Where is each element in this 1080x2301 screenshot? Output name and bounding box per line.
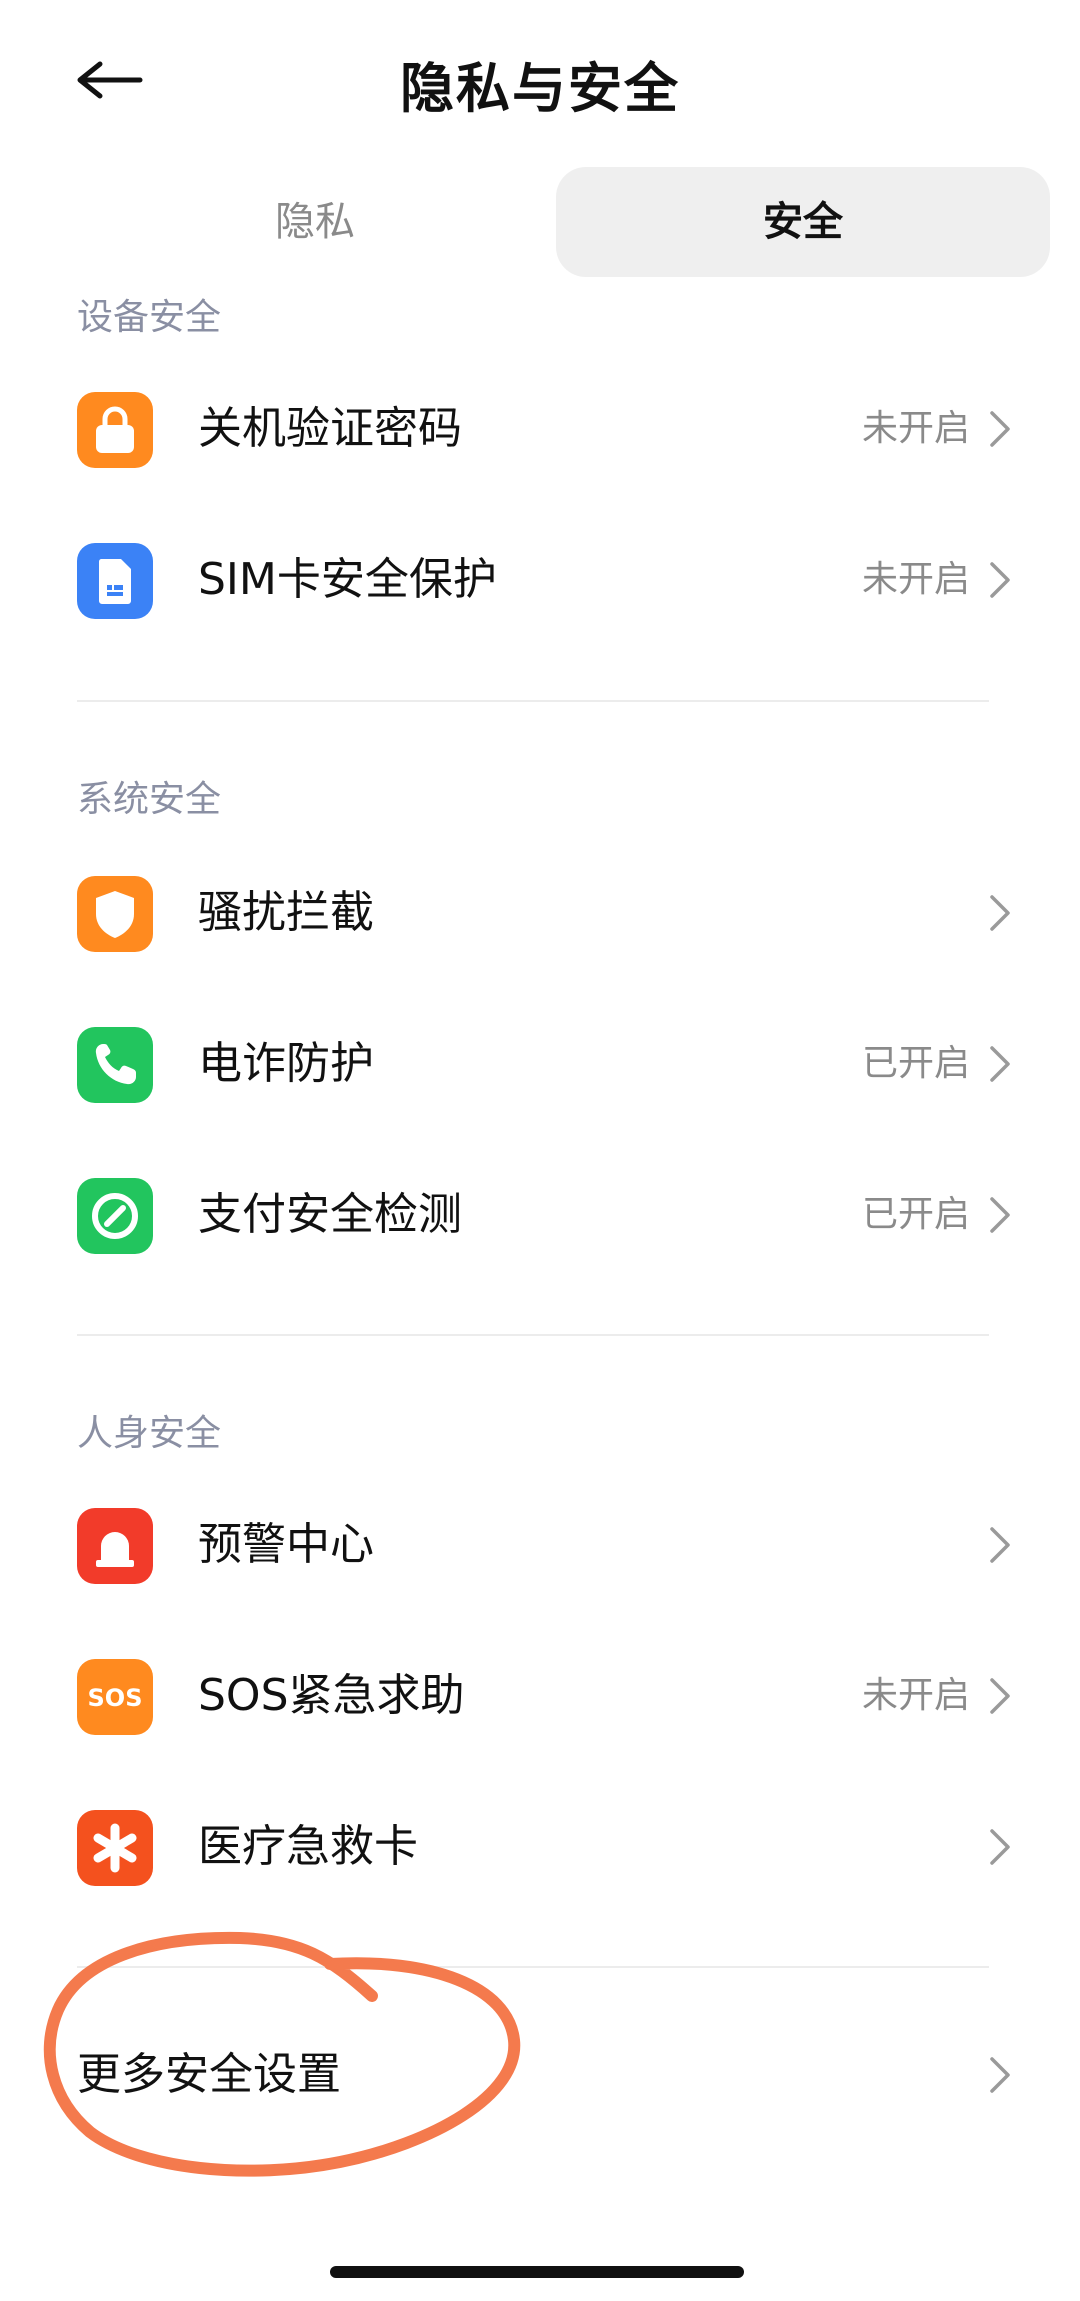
chevron-right-icon	[990, 895, 1010, 931]
chevron-right-icon	[990, 1678, 1010, 1714]
sos-icon: SOS	[77, 1659, 153, 1735]
shield-icon	[77, 876, 153, 952]
status-text: 已开启	[861, 1043, 970, 1084]
header: 隐私与安全	[0, 0, 1080, 160]
alarm-icon	[77, 1508, 153, 1584]
row-label: 关机验证密码	[198, 403, 462, 454]
chevron-right-icon	[990, 2057, 1010, 2093]
chevron-right-icon	[990, 1046, 1010, 1082]
row-sos[interactable]: SOS SOS紧急求助 未开启	[0, 1621, 1080, 1771]
row-label: 支付安全检测	[198, 1189, 462, 1240]
medical-star-icon	[77, 1810, 153, 1886]
row-payment-security[interactable]: 支付安全检测 已开启	[0, 1140, 1080, 1290]
page-title: 隐私与安全	[400, 57, 680, 120]
row-label: 电诈防护	[198, 1038, 374, 1089]
row-label: 预警中心	[198, 1519, 374, 1570]
status-text: 未开启	[861, 1675, 970, 1716]
status-text: 未开启	[861, 559, 970, 600]
row-fraud-protection[interactable]: 电诈防护 已开启	[0, 989, 1080, 1139]
lock-icon	[77, 392, 153, 468]
section-title-personal-safety: 人身安全	[77, 1413, 222, 1454]
row-sim-protection[interactable]: SIM卡安全保护 未开启	[0, 505, 1080, 655]
chevron-right-icon	[990, 562, 1010, 598]
sim-card-icon	[77, 543, 153, 619]
sos-icon-text: SOS	[88, 1684, 143, 1712]
payment-check-icon	[77, 1178, 153, 1254]
row-label: 骚扰拦截	[198, 887, 374, 938]
divider	[77, 1334, 989, 1336]
row-harassment-block[interactable]: 骚扰拦截	[0, 838, 1080, 988]
section-title-device-security: 设备安全	[77, 297, 222, 338]
chevron-right-icon	[990, 411, 1010, 447]
row-alert-center[interactable]: 预警中心	[0, 1470, 1080, 1620]
row-shutdown-password[interactable]: 关机验证密码 未开启	[0, 354, 1080, 504]
status-text: 未开启	[861, 408, 970, 449]
hand-drawn-circle-icon	[43, 1931, 521, 2177]
home-indicator[interactable]	[330, 2266, 744, 2278]
tab-bar: 隐私 安全	[80, 167, 1050, 277]
tab-security[interactable]: 安全	[556, 167, 1050, 277]
section-title-system-security: 系统安全	[77, 779, 222, 820]
chevron-right-icon	[990, 1829, 1010, 1865]
row-label: SOS紧急求助	[198, 1670, 465, 1721]
tab-privacy[interactable]: 隐私	[80, 167, 550, 277]
divider	[77, 700, 989, 702]
chevron-right-icon	[990, 1527, 1010, 1563]
chevron-right-icon	[990, 1197, 1010, 1233]
row-label: SIM卡安全保护	[198, 554, 497, 605]
phone-icon	[77, 1027, 153, 1103]
status-text: 已开启	[861, 1194, 970, 1235]
